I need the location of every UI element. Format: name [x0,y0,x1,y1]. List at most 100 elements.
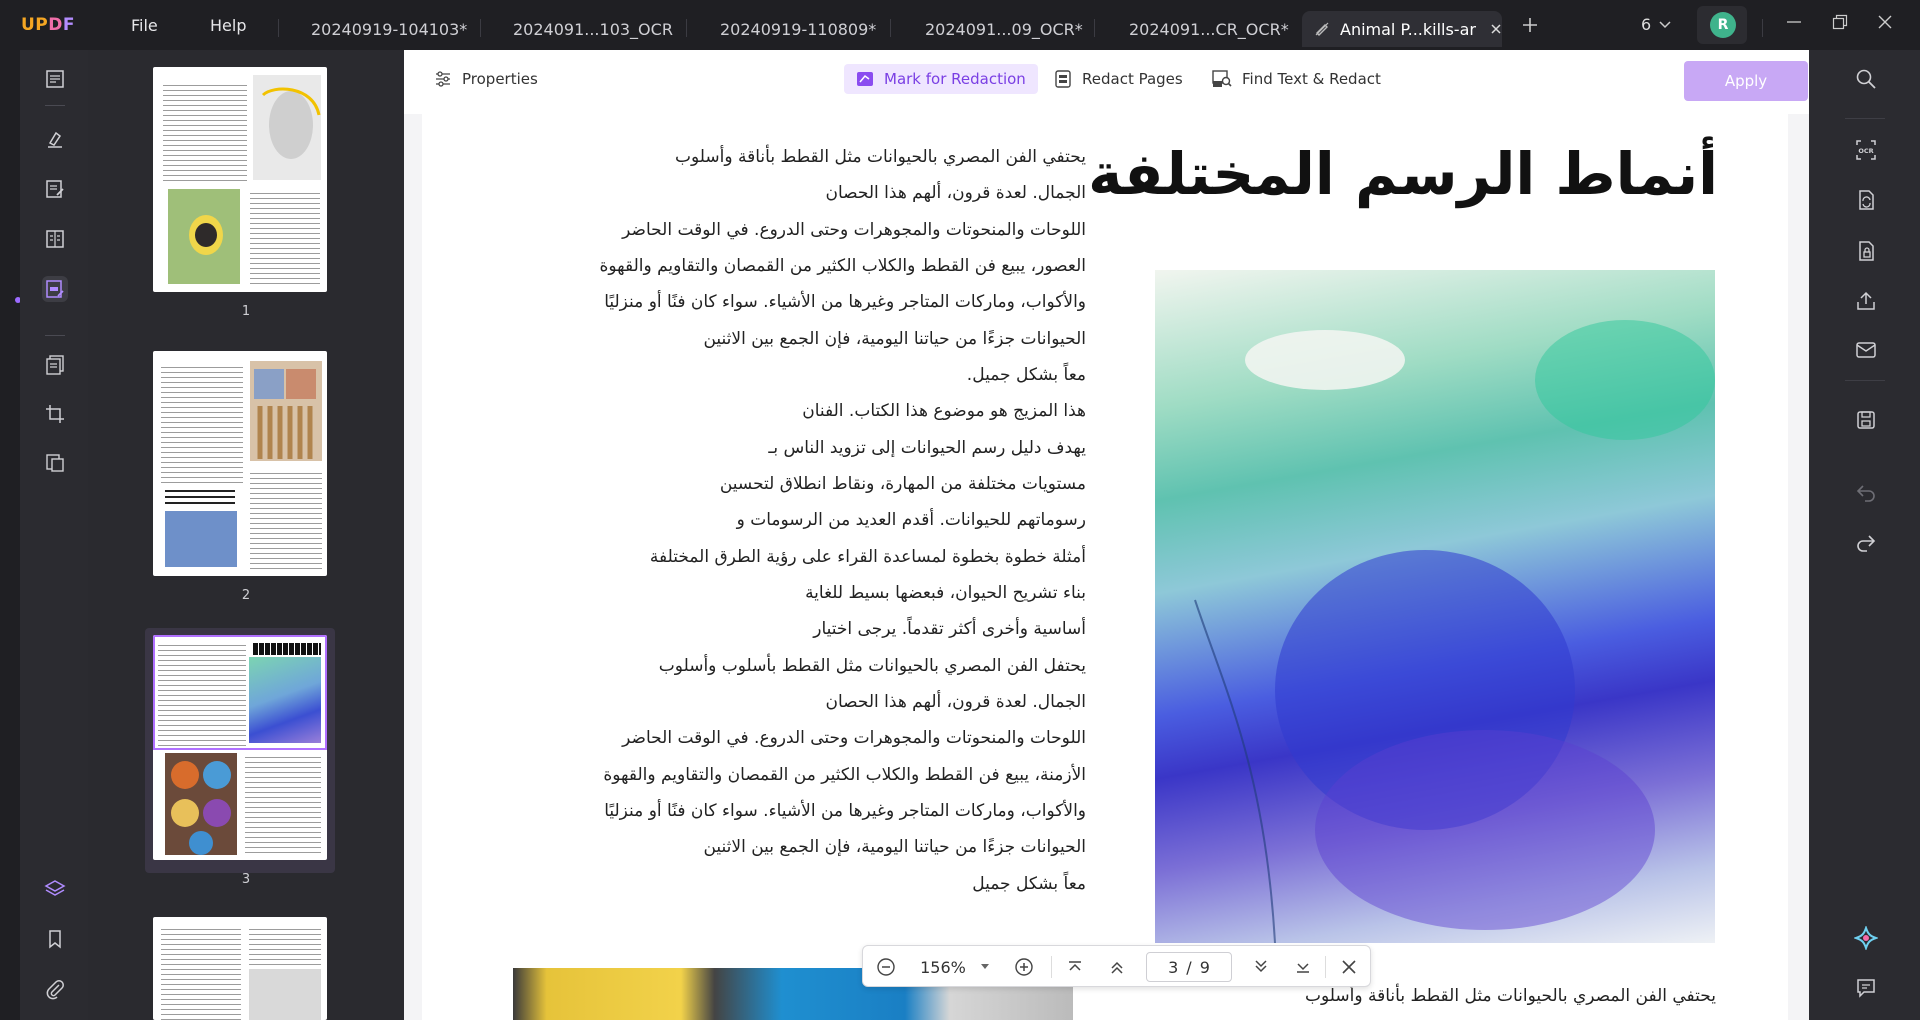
zoom-dropdown-icon[interactable] [975,954,995,980]
text-line: أساسية وأخرى أكثر تقدماً. يرجى اختيار [813,619,1086,639]
tab-count-dropdown[interactable]: 6 [1641,15,1671,34]
last-page-icon[interactable] [1291,954,1315,980]
text-line: هذا المزيج هو موضوع هذا الكتاب. الفنان [802,401,1086,421]
protect-icon[interactable] [1854,239,1878,263]
save-icon[interactable] [1854,408,1878,432]
redo-icon[interactable] [1854,530,1878,554]
page-thumbnail-2[interactable] [153,351,327,576]
reader-mode-icon[interactable] [42,66,68,92]
page-thumbnail-4[interactable] [153,917,327,1020]
redaction-toolbar: Properties Mark for Redaction Redact Pag… [404,50,1809,114]
page-tools-icon[interactable] [42,450,68,476]
right-toolbar: OCR [1809,50,1920,1020]
convert-icon[interactable] [1854,188,1878,212]
sliders-icon [434,70,452,88]
menu-file[interactable]: File [131,16,158,35]
divider [45,105,65,106]
text-line: والأكواب، وماركات المتاجر وغيرها من الأش… [604,292,1086,312]
mark-for-redaction-label: Mark for Redaction [884,70,1026,88]
thumbnail-number: 1 [241,304,251,319]
close-navigation-icon[interactable] [1337,954,1361,980]
page-thumbnail-1[interactable] [153,67,327,292]
text-line: الحيوانات جزءًا من حياتنا اليومية، فإن ا… [703,837,1086,857]
avatar[interactable]: R [1710,12,1736,38]
share-icon[interactable] [1854,289,1878,313]
comment-highlighter-icon[interactable] [42,126,68,152]
zoom-in-icon[interactable] [1011,954,1037,980]
text-line: يحتفي الفن المصري بالحيوانات مثل القطط ب… [1305,986,1716,1006]
tab-separator [278,19,279,37]
text-line: والأكواب، وماركات المتاجر وغيرها من الأش… [604,801,1086,821]
text-line: اللوحات والمنحوتات والمجوهرات وحتى الدرو… [622,220,1086,240]
redact-icon [1314,21,1330,37]
text-line: العصور، يبيع فن القطط والكلاب الكثير من … [599,256,1086,276]
first-page-icon[interactable] [1063,954,1087,980]
tab-document-3[interactable]: 20240919-110809* [720,11,876,47]
updf-logo[interactable]: UPDF [21,15,75,35]
document-canvas: أنماط الرسم المختلفة يحتفي الفن المصري ب… [404,114,1809,1020]
tab-document-2[interactable]: 2024091...103_OCR [513,11,673,47]
tab-separator [1094,19,1095,37]
redact-pages-label: Redact Pages [1082,70,1183,88]
svg-text:OCR: OCR [1858,147,1873,155]
text-line: الحيوانات جزءًا من حياتنا اليومية، فإن ا… [703,329,1086,349]
comments-icon[interactable] [1854,976,1878,1000]
next-page-icon[interactable] [1249,954,1273,980]
ocr-icon[interactable]: OCR [1854,138,1878,162]
page-thumbnail-3[interactable] [153,635,327,860]
divider [45,335,65,336]
redact-tool-icon[interactable] [42,276,68,302]
new-tab-icon[interactable] [1522,17,1538,37]
attachment-icon[interactable] [42,976,68,1002]
tab-count: 6 [1641,15,1652,34]
mark-for-redaction-button[interactable]: Mark for Redaction [844,64,1038,94]
properties-label: Properties [462,70,538,88]
apply-button[interactable]: Apply [1684,61,1808,101]
left-toolbar [20,50,88,1020]
divider [1051,956,1052,978]
tab-document-1[interactable]: 20240919-104103* [311,11,467,47]
text-line: بناء تشريح الحيوان، فبعضها بسيط للغاية [805,583,1086,603]
divider [1845,380,1885,381]
restore-icon[interactable] [1832,14,1848,35]
page-number-box[interactable]: 3 / 9 [1146,952,1232,982]
text-line: يهدف دليل رسم الحيوانات إلى تزويد الناس … [768,438,1086,458]
tab-separator [890,19,891,37]
chevron-down-icon [1659,20,1671,29]
find-text-redact-button[interactable]: Find Text & Redact [1212,64,1381,94]
bookmark-icon[interactable] [42,926,68,952]
page-viewport-indicator [153,635,327,750]
find-redact-icon [1212,70,1232,88]
text-line: الأزمنة، يبيع فن القطط والكلاب الكثير من… [603,765,1086,785]
pdf-page: أنماط الرسم المختلفة يحتفي الفن المصري ب… [422,114,1788,1020]
close-window-icon[interactable] [1877,14,1893,35]
layers-icon[interactable] [42,876,68,902]
zoom-out-icon[interactable] [873,954,899,980]
text-line: الجمال. لعدة قرون، ألهم هذا الحصان [825,692,1086,712]
organize-pages-icon[interactable] [42,352,68,378]
form-icon[interactable] [42,226,68,252]
search-icon[interactable] [1854,67,1878,91]
previous-page-icon[interactable] [1105,954,1129,980]
email-icon[interactable] [1854,338,1878,362]
zoom-level[interactable]: 156% [913,954,973,980]
page-separator: / [1186,957,1192,977]
tab-document-5[interactable]: 2024091...CR_OCR* [1129,11,1289,47]
minimize-icon[interactable] [1786,14,1802,35]
thumbnail-number: 2 [241,588,251,603]
text-line: مستويات مختلفة من المهارة، ونقاط انطلاق … [719,474,1086,494]
menu-help[interactable]: Help [210,16,246,35]
tab-document-active[interactable]: Animal P...kills-ar [1302,11,1502,47]
tab-document-4[interactable]: 2024091...09_OCR* [925,11,1083,47]
text-line: أمثلة خطوة بخطوة لمساعدة القراء على رؤية… [649,547,1086,567]
text-line: يحتفي الفن المصري بالحيوانات مثل القطط ب… [675,147,1086,167]
page-heading: أنماط الرسم المختلفة [1088,140,1718,208]
undo-icon[interactable] [1854,480,1878,504]
crop-icon[interactable] [42,401,68,427]
redact-pages-button[interactable]: Redact Pages [1054,64,1183,94]
edit-pdf-icon[interactable] [42,176,68,202]
properties-button[interactable]: Properties [434,64,538,94]
ai-assistant-icon[interactable] [1854,926,1878,950]
close-tab-icon[interactable] [1490,23,1502,35]
divider [1845,118,1885,119]
